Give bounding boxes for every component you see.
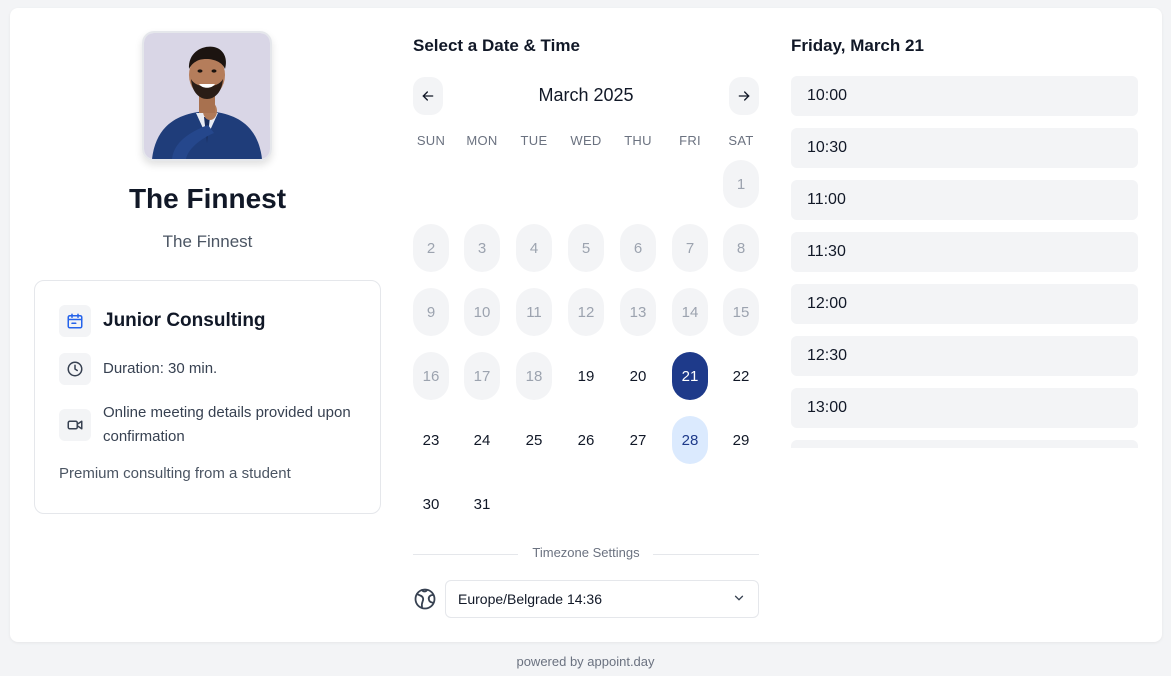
event-title-row: Junior Consulting bbox=[59, 305, 266, 337]
calendar-day: 6 bbox=[620, 224, 656, 272]
selected-day-heading: Friday, March 21 bbox=[791, 36, 924, 55]
event-location-row: Online meeting details provided upon con… bbox=[59, 401, 359, 449]
calendar-day: 12 bbox=[568, 288, 604, 336]
calendar-day[interactable]: 31 bbox=[464, 480, 500, 528]
calendar-day[interactable]: 27 bbox=[620, 416, 656, 464]
calendar-day[interactable]: 25 bbox=[516, 416, 552, 464]
time-slot-button[interactable]: 12:00 bbox=[791, 284, 1138, 324]
timezone-label: Timezone Settings bbox=[532, 545, 640, 560]
calendar-day: 3 bbox=[464, 224, 500, 272]
arrow-right-icon bbox=[738, 91, 750, 101]
powered-by-footer[interactable]: powered by appoint.day bbox=[0, 654, 1171, 669]
host-name: The Finnest bbox=[128, 183, 287, 214]
calendar-day: 1 bbox=[723, 160, 759, 208]
video-icon bbox=[59, 409, 91, 441]
calendar-day: 18 bbox=[516, 352, 552, 400]
time-slot-list[interactable]: 10:00 10:30 11:00 11:30 12:00 12:30 13:00 13:30 bbox=[791, 76, 1138, 448]
globe-icon bbox=[413, 587, 437, 616]
calendar-day[interactable]: 28 bbox=[672, 416, 708, 464]
calendar-day: 17 bbox=[464, 352, 500, 400]
calendar-day[interactable]: 24 bbox=[464, 416, 500, 464]
calendar-icon bbox=[59, 305, 91, 337]
host-subtitle: The Finnest bbox=[162, 232, 253, 251]
arrow-left-icon bbox=[422, 91, 434, 101]
time-slot-button[interactable]: 10:00 bbox=[791, 76, 1138, 116]
calendar-day[interactable]: 20 bbox=[620, 352, 656, 400]
weekday-header: SAT bbox=[728, 133, 754, 148]
calendar-day[interactable]: 22 bbox=[723, 352, 759, 400]
time-slot-button[interactable]: 10:30 bbox=[791, 128, 1138, 168]
clock-icon bbox=[59, 353, 91, 385]
weekday-header: THU bbox=[624, 133, 652, 148]
prev-month-button[interactable] bbox=[413, 77, 443, 115]
calendar-day: 11 bbox=[516, 288, 552, 336]
calendar-day: 8 bbox=[723, 224, 759, 272]
calendar-day[interactable]: 21 bbox=[672, 352, 708, 400]
calendar-day: 4 bbox=[516, 224, 552, 272]
time-slot-button[interactable]: 13:30 bbox=[791, 440, 1138, 448]
weekday-header: WED bbox=[570, 133, 602, 148]
calendar-day[interactable]: 30 bbox=[413, 480, 449, 528]
timezone-select[interactable]: Europe/Belgrade 14:36 bbox=[445, 580, 759, 618]
calendar-day: 16 bbox=[413, 352, 449, 400]
timezone-value: Europe/Belgrade 14:36 bbox=[458, 591, 602, 607]
calendar-day: 7 bbox=[672, 224, 708, 272]
month-label: March 2025 bbox=[538, 85, 634, 105]
calendar-day: 9 bbox=[413, 288, 449, 336]
event-details-card: Junior Consulting Duration: 30 min. Onli… bbox=[34, 280, 381, 514]
calendar-day: 10 bbox=[464, 288, 500, 336]
calendar-heading: Select a Date & Time bbox=[413, 36, 580, 55]
calendar-day[interactable]: 23 bbox=[413, 416, 449, 464]
calendar-day[interactable]: 29 bbox=[723, 416, 759, 464]
event-location: Online meeting details provided upon con… bbox=[103, 404, 351, 445]
host-avatar bbox=[142, 31, 272, 161]
event-duration-row: Duration: 30 min. bbox=[59, 353, 217, 385]
weekday-header: MON bbox=[466, 133, 498, 148]
time-slot-button[interactable]: 11:30 bbox=[791, 232, 1138, 272]
event-description: Premium consulting from a student bbox=[59, 465, 291, 482]
calendar-day: 15 bbox=[723, 288, 759, 336]
calendar-day: 13 bbox=[620, 288, 656, 336]
calendar-day: 14 bbox=[672, 288, 708, 336]
event-title: Junior Consulting bbox=[103, 310, 266, 331]
weekday-header: TUE bbox=[520, 133, 548, 148]
time-slot-button[interactable]: 13:00 bbox=[791, 388, 1138, 428]
time-slot-button[interactable]: 12:30 bbox=[791, 336, 1138, 376]
chevron-down-icon bbox=[732, 591, 746, 608]
time-slot-button[interactable]: 11:00 bbox=[791, 180, 1138, 220]
next-month-button[interactable] bbox=[729, 77, 759, 115]
weekday-header: FRI bbox=[679, 133, 701, 148]
event-duration: Duration: 30 min. bbox=[103, 360, 218, 377]
calendar-day[interactable]: 26 bbox=[568, 416, 604, 464]
calendar-day: 2 bbox=[413, 224, 449, 272]
calendar-day: 5 bbox=[568, 224, 604, 272]
weekday-header: SUN bbox=[416, 133, 446, 148]
calendar-day[interactable]: 19 bbox=[568, 352, 604, 400]
